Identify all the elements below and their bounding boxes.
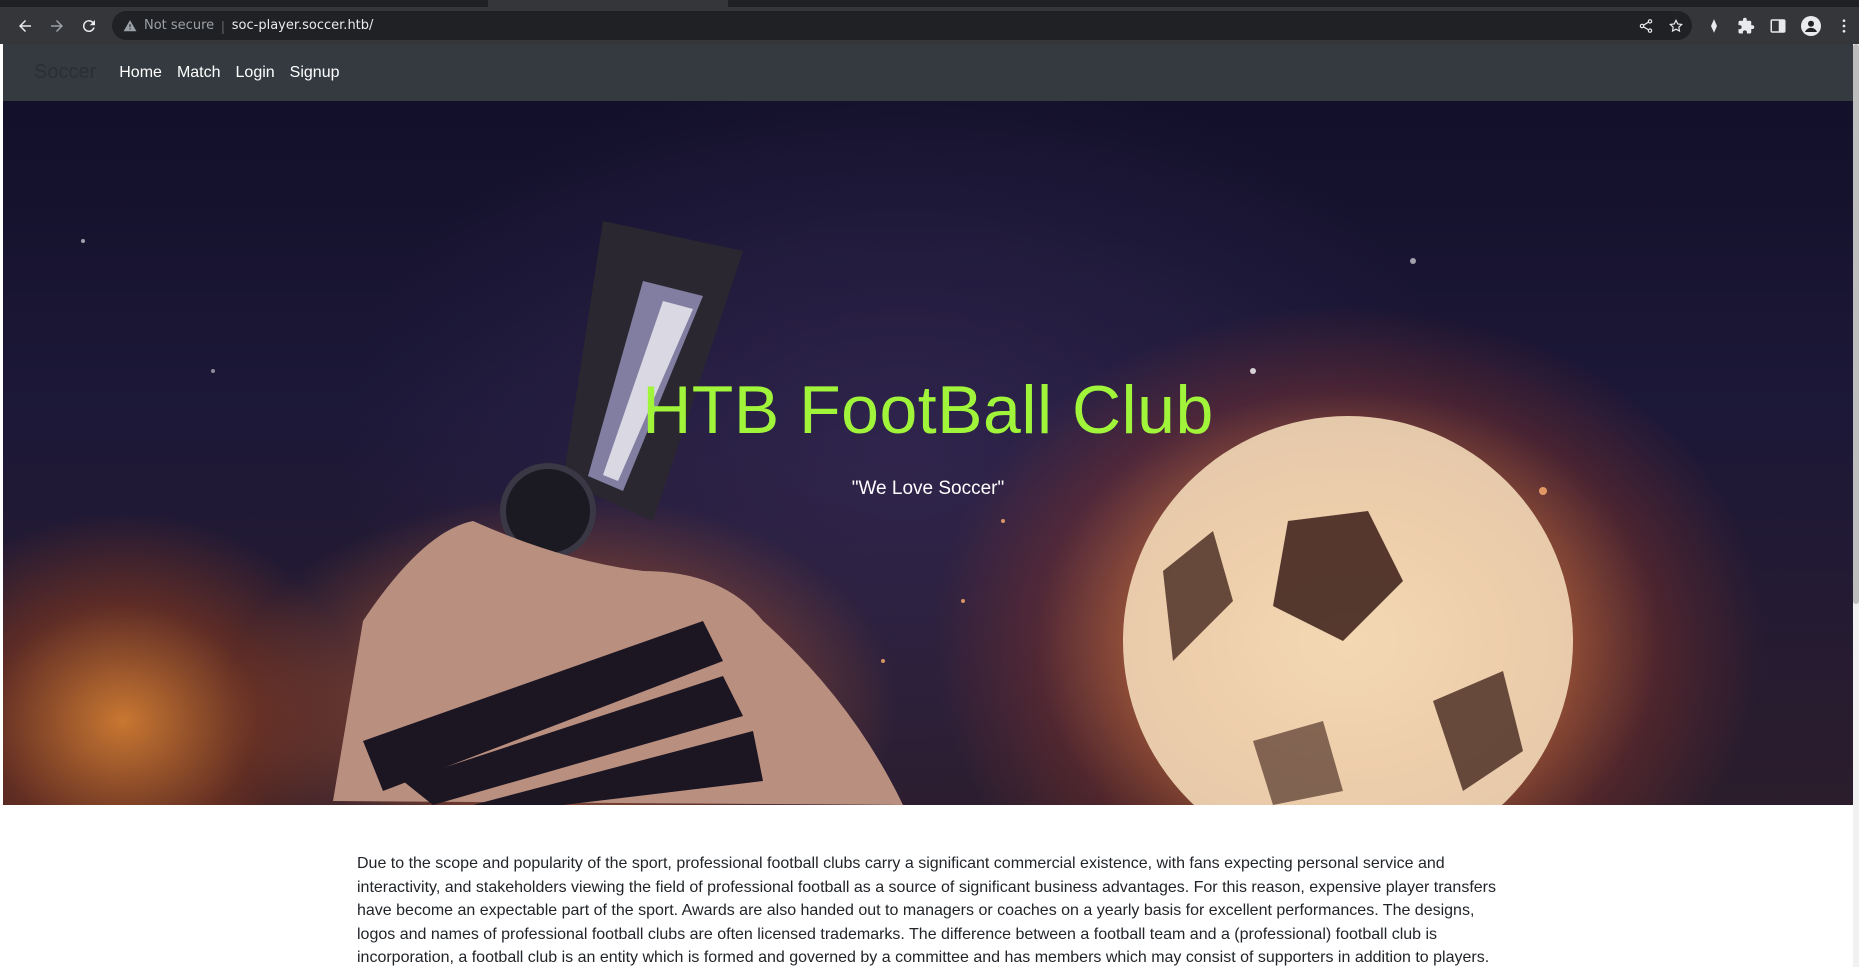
- back-icon: [19, 19, 31, 32]
- extension-icon[interactable]: [1705, 17, 1723, 35]
- url-text[interactable]: soc-player.soccer.htb/: [232, 18, 374, 33]
- sidepanel-icon[interactable]: [1769, 17, 1787, 35]
- nav-link-match[interactable]: Match: [177, 64, 221, 82]
- back-button[interactable]: [11, 12, 39, 40]
- reload-icon: [82, 19, 95, 32]
- hero-title: HTB FootBall Club: [642, 372, 1214, 448]
- omnibox-actions: [1638, 11, 1684, 40]
- hero-subtitle: "We Love Soccer": [851, 478, 1005, 499]
- warning-icon[interactable]: [122, 18, 138, 34]
- puzzle-icon[interactable]: [1737, 17, 1755, 35]
- page-scrollbar[interactable]: [1853, 44, 1859, 967]
- profile-icon[interactable]: [1801, 15, 1821, 36]
- browser-toolbar: Not secure | soc-player.soccer.htb/: [0, 7, 1859, 44]
- nav-link-login[interactable]: Login: [236, 64, 275, 82]
- separator: |: [221, 17, 225, 34]
- active-tab[interactable]: [488, 0, 728, 7]
- hero-background-image: [81, 221, 1573, 805]
- forward-icon: [51, 19, 63, 32]
- share-icon[interactable]: [1638, 18, 1654, 34]
- site-navbar: Soccer Home Match Login Signup: [3, 44, 1853, 101]
- navbar-brand[interactable]: Soccer: [34, 61, 96, 84]
- forward-button[interactable]: [43, 12, 71, 40]
- nav-link-signup[interactable]: Signup: [290, 64, 340, 82]
- reload-button[interactable]: [75, 12, 103, 40]
- hero-banner: HTB FootBall Club "We Love Soccer": [3, 101, 1853, 805]
- security-label[interactable]: Not secure: [144, 18, 214, 33]
- tab-strip: [0, 0, 1859, 7]
- address-bar[interactable]: Not secure | soc-player.soccer.htb/: [112, 11, 1692, 40]
- page-viewport: Soccer Home Match Login Signup HTB FootB…: [3, 44, 1853, 967]
- toolbar-right: [1705, 11, 1853, 40]
- menu-icon[interactable]: [1835, 17, 1853, 35]
- scrollbar-thumb[interactable]: [1853, 44, 1859, 604]
- star-icon[interactable]: [1668, 18, 1684, 34]
- content-paragraph: Due to the scope and popularity of the s…: [357, 855, 1496, 966]
- nav-link-home[interactable]: Home: [119, 64, 162, 82]
